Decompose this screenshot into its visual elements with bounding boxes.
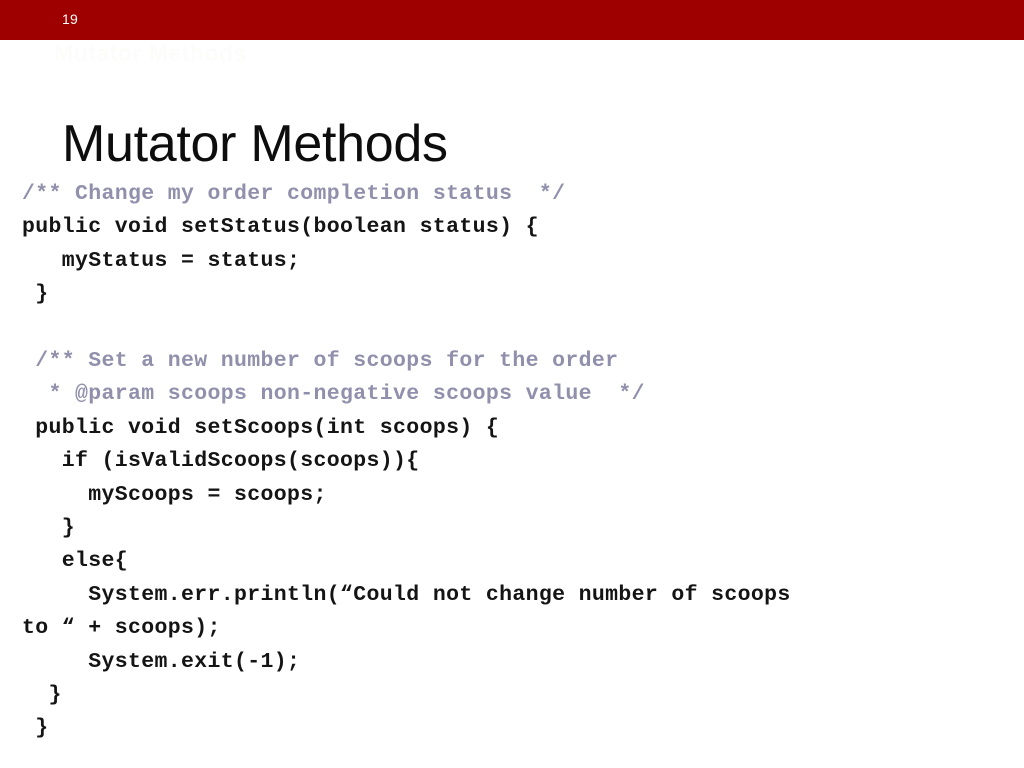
code-line: myStatus = status; [22,248,301,273]
code-line: System.exit(-1); [22,649,301,674]
code-comment-line: /** Change my order completion status */ [22,182,566,206]
top-banner [0,0,1024,40]
code-line: public void setStatus(boolean status) { [22,215,539,240]
code-line: else{ [22,549,129,574]
code-comment-line: * @param scoops non-negative scoops valu… [22,382,645,407]
code-comment-line: /** Set a new number of scoops for the o… [22,349,619,374]
code-line: if (isValidScoops(scoops)){ [22,449,420,474]
code-line: myScoops = scoops; [22,482,327,507]
slide: 19 Mutator Methods Mutator Methods /** C… [0,0,1024,768]
page-title: Mutator Methods [62,114,448,173]
code-line: System.err.println(“Could not change num… [22,582,791,607]
code-line: } [22,716,49,741]
code-line: to “ + scoops); [22,616,221,641]
code-block: /** Change my order completion status */… [22,178,1012,746]
title-watermark: Mutator Methods [54,40,247,66]
slide-number: 19 [62,11,78,27]
code-line: } [22,683,62,708]
code-line: public void setScoops(int scoops) { [22,415,500,440]
code-line: } [22,516,76,541]
code-line: } [22,282,49,307]
